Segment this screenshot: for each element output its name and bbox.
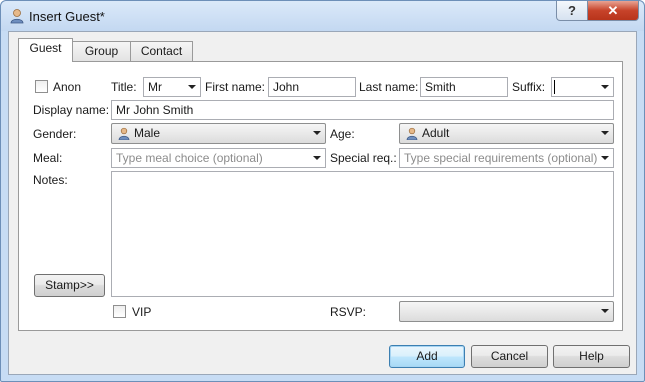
- rsvp-label: RSVP:: [330, 305, 367, 319]
- anon-label: Anon: [53, 80, 82, 94]
- chevron-down-icon[interactable]: [313, 156, 321, 160]
- chevron-down-icon[interactable]: [188, 85, 196, 89]
- gender-select[interactable]: Male: [111, 123, 326, 144]
- chevron-down-icon[interactable]: [601, 309, 609, 313]
- window-title: Insert Guest*: [29, 9, 105, 24]
- notes-field[interactable]: [111, 171, 614, 297]
- title-help-button[interactable]: ?: [556, 1, 588, 21]
- vip-checkbox[interactable]: [113, 305, 126, 318]
- display-name-field[interactable]: Mr John Smith: [111, 100, 614, 120]
- person-icon: [10, 9, 24, 24]
- first-name-label: First name:: [205, 80, 266, 94]
- notes-label: Notes:: [33, 173, 68, 187]
- vip-label: VIP: [132, 305, 152, 319]
- meal-placeholder: Type meal choice (optional): [116, 151, 263, 165]
- anon-checkbox[interactable]: [35, 80, 48, 93]
- special-req-placeholder: Type special requirements (optional): [404, 151, 598, 165]
- age-label: Age:: [330, 127, 355, 141]
- tab-contact[interactable]: Contact: [130, 41, 193, 61]
- age-value: Adult: [422, 126, 450, 140]
- text-cursor: [554, 80, 555, 94]
- display-name-label: Display name:: [33, 103, 110, 117]
- suffix-label: Suffix:: [512, 80, 546, 94]
- last-name-field[interactable]: Smith: [420, 77, 508, 97]
- stamp-button[interactable]: Stamp>>: [34, 274, 105, 297]
- add-button[interactable]: Add: [389, 345, 465, 368]
- gender-value: Male: [134, 126, 161, 140]
- person-icon: [406, 127, 418, 140]
- title-value: Mr: [148, 80, 162, 94]
- gender-label: Gender:: [33, 127, 77, 141]
- age-select[interactable]: Adult: [399, 123, 614, 144]
- chevron-down-icon[interactable]: [313, 131, 321, 135]
- title-combo[interactable]: Mr: [143, 77, 201, 97]
- person-icon: [118, 127, 130, 140]
- dialog-body: Guest Group Contact Anon Title: Mr First…: [8, 31, 637, 375]
- chevron-down-icon[interactable]: [601, 156, 609, 160]
- suffix-combo[interactable]: [551, 77, 614, 97]
- first-name-field[interactable]: John: [268, 77, 356, 97]
- guest-tab-panel: Anon Title: Mr First name: John Last nam…: [18, 61, 623, 331]
- meal-combo[interactable]: Type meal choice (optional): [111, 148, 326, 168]
- title-label: Title:: [111, 80, 137, 94]
- special-req-combo[interactable]: Type special requirements (optional): [399, 148, 614, 168]
- help-button[interactable]: Help: [553, 345, 630, 368]
- special-req-label: Special req.:: [330, 151, 397, 165]
- title-bar[interactable]: Insert Guest* ? ✕: [1, 1, 644, 31]
- chevron-down-icon[interactable]: [601, 85, 609, 89]
- tab-guest[interactable]: Guest: [18, 38, 73, 62]
- cancel-button[interactable]: Cancel: [471, 345, 548, 368]
- chevron-down-icon[interactable]: [601, 131, 609, 135]
- tab-group[interactable]: Group: [72, 41, 131, 61]
- rsvp-select[interactable]: [399, 301, 614, 322]
- meal-label: Meal:: [33, 151, 63, 165]
- insert-guest-dialog: Insert Guest* ? ✕ Guest Group Contact An…: [0, 0, 645, 382]
- title-close-button[interactable]: ✕: [587, 1, 639, 21]
- last-name-label: Last name:: [359, 80, 419, 94]
